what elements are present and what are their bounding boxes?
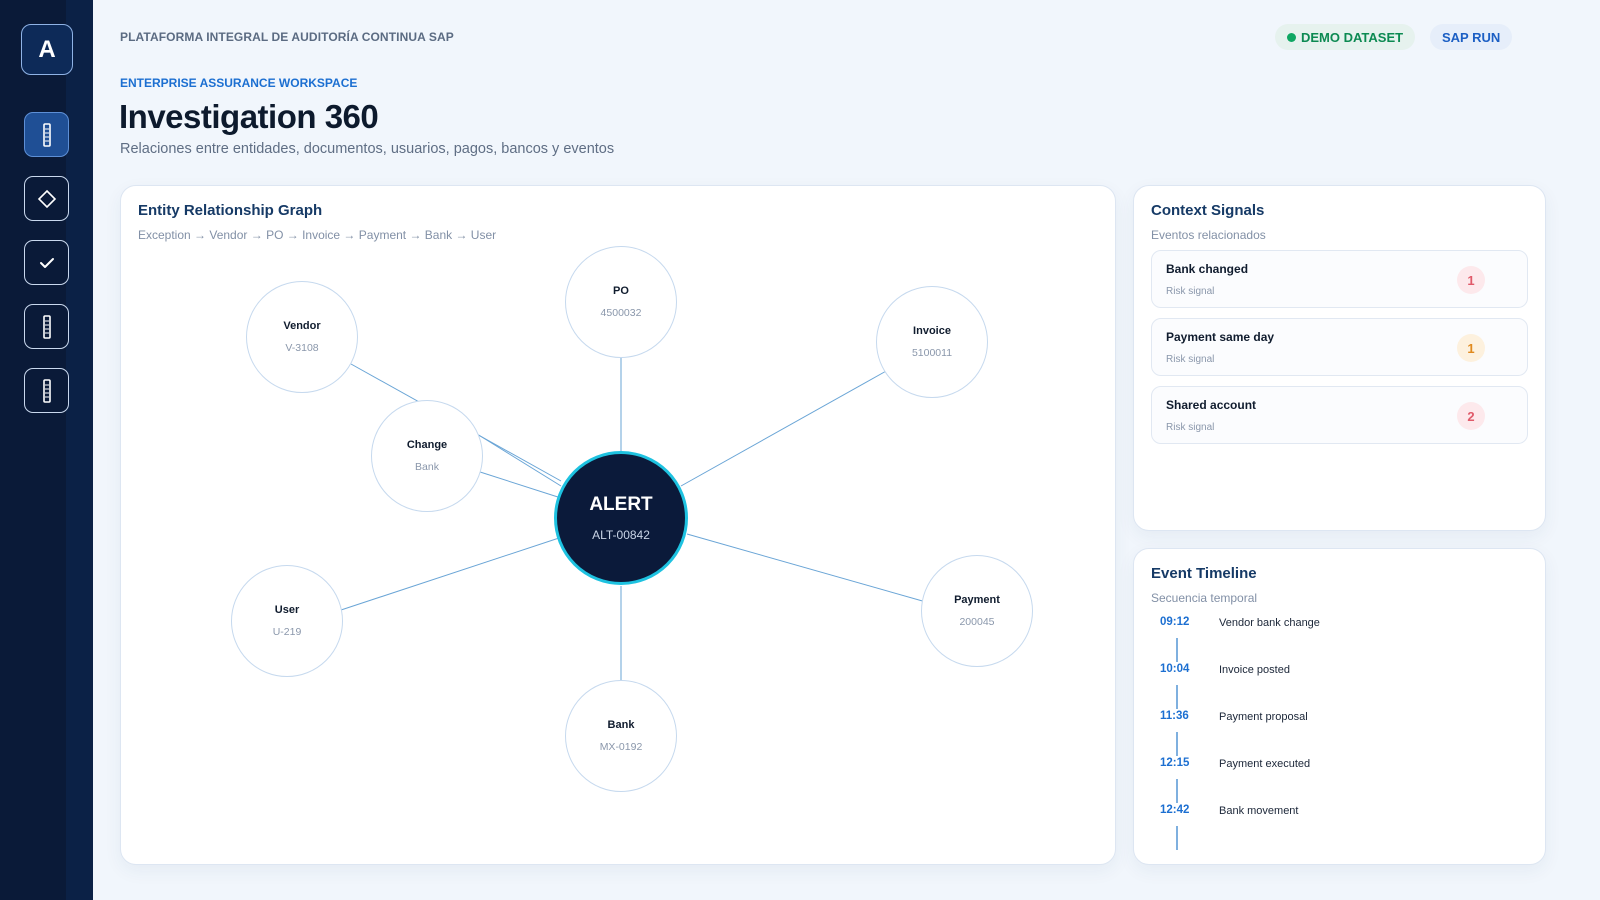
list-icon <box>42 378 51 403</box>
node-label: Bank <box>607 719 635 731</box>
status-dot-icon <box>1287 32 1296 42</box>
check-icon <box>39 257 54 268</box>
workspace-eyebrow: ENTERPRISE ASSURANCE WORKSPACE <box>120 76 358 90</box>
nav-item-graph[interactable] <box>24 176 69 221</box>
alert-label: ALERT <box>589 494 653 515</box>
event-timeline-card: Event Timeline Secuencia temporal 09:12 … <box>1133 548 1546 865</box>
signal-title: Bank changed <box>1166 262 1249 276</box>
signal-type: Risk signal <box>1166 286 1215 297</box>
node-value: 200045 <box>959 616 995 628</box>
timeline-connector <box>1176 779 1178 803</box>
graph-node-change[interactable]: Change Bank <box>371 400 483 512</box>
timeline-connector <box>1176 638 1178 662</box>
event-time: 11:36 <box>1160 710 1189 722</box>
platform-title: PLATAFORMA INTEGRAL DE AUDITORÍA CONTINU… <box>120 30 454 44</box>
sap-run-badge[interactable]: SAP RUN <box>1430 24 1513 50</box>
event-label: Vendor bank change <box>1219 617 1320 629</box>
signal-item[interactable]: Bank changed Risk signal 1 <box>1151 250 1528 308</box>
timeline-event[interactable]: 12:42 Bank movement <box>1134 804 1547 824</box>
event-time: 12:15 <box>1160 757 1190 769</box>
page-subtitle: Relaciones entre entidades, documentos, … <box>120 141 615 157</box>
list-icon <box>42 122 51 147</box>
timeline-event[interactable]: 10:04 Invoice posted <box>1134 663 1547 683</box>
list-icon <box>42 314 51 339</box>
node-label: Invoice <box>913 325 951 337</box>
event-label: Payment executed <box>1219 758 1311 770</box>
entity-graph-card: Entity Relationship Graph Exception → Ve… <box>120 185 1116 865</box>
signal-count-badge: 1 <box>1457 334 1485 362</box>
alert-id: ALT-00842 <box>592 528 650 542</box>
signals-title: Context Signals <box>1151 202 1265 219</box>
nav-item-logs[interactable] <box>24 368 69 413</box>
node-label: User <box>274 604 300 616</box>
timeline-event[interactable]: 11:36 Payment proposal <box>1134 710 1547 730</box>
event-label: Bank movement <box>1219 805 1299 817</box>
event-label: Payment proposal <box>1219 711 1308 723</box>
edge-payment <box>686 533 927 603</box>
demo-dataset-label: DEMO DATASET <box>1301 29 1404 45</box>
signal-title: Shared account <box>1166 398 1257 412</box>
signal-type: Risk signal <box>1166 354 1215 365</box>
node-label: Change <box>406 439 448 451</box>
app-logo[interactable]: A <box>21 24 73 75</box>
timeline-connector <box>1176 685 1178 709</box>
node-value: 5100011 <box>911 347 953 359</box>
event-time: 12:42 <box>1160 804 1190 816</box>
node-value: Bank <box>415 461 439 473</box>
nav-item-investigations[interactable] <box>24 112 69 157</box>
nav-item-tasks[interactable] <box>24 240 69 285</box>
graph-node-user[interactable]: User U-219 <box>231 565 343 677</box>
edge-change-2 <box>476 470 562 499</box>
signal-item[interactable]: Payment same day Risk signal 1 <box>1151 318 1528 376</box>
edge-invoice <box>680 369 889 487</box>
timeline-connector <box>1176 826 1178 850</box>
graph-node-po[interactable]: PO 4500032 <box>565 246 677 358</box>
node-label: Payment <box>954 594 1000 606</box>
signal-item[interactable]: Shared account Risk signal 2 <box>1151 386 1528 444</box>
signal-count-badge: 1 <box>1457 266 1485 294</box>
demo-dataset-badge[interactable]: DEMO DATASET <box>1275 24 1416 50</box>
edge-user <box>340 537 560 611</box>
event-label: Invoice posted <box>1219 664 1290 676</box>
graph-node-vendor[interactable]: Vendor V-3108 <box>246 281 358 393</box>
node-label: PO <box>613 285 629 297</box>
node-label: Vendor <box>283 320 321 332</box>
timeline-event[interactable]: 09:12 Vendor bank change <box>1134 616 1547 636</box>
timeline-subtitle: Secuencia temporal <box>1151 591 1258 605</box>
graph-node-payment[interactable]: Payment 200045 <box>921 555 1033 667</box>
node-value: MX-0192 <box>599 741 643 753</box>
event-time: 10:04 <box>1160 663 1190 675</box>
nav-item-reports[interactable] <box>24 304 69 349</box>
sidebar: A <box>0 0 93 900</box>
signal-type: Risk signal <box>1166 422 1215 433</box>
context-signals-card: Context Signals Eventos relacionados Ban… <box>1133 185 1546 531</box>
node-value: U-219 <box>272 626 302 638</box>
node-value: 4500032 <box>600 307 642 319</box>
graph-node-bank[interactable]: Bank MX-0192 <box>565 680 677 792</box>
timeline-event[interactable]: 12:15 Payment executed <box>1134 757 1547 777</box>
timeline-connector <box>1176 732 1178 756</box>
edge-change-1 <box>476 433 562 487</box>
graph-node-alert[interactable]: ALERT ALT-00842 <box>554 451 688 585</box>
event-time: 09:12 <box>1160 616 1190 628</box>
graph-node-invoice[interactable]: Invoice 5100011 <box>876 286 988 398</box>
signal-count-badge: 2 <box>1457 402 1485 430</box>
page-title: Investigation 360 <box>119 98 379 135</box>
node-value: V-3108 <box>285 342 319 354</box>
timeline-title: Event Timeline <box>1151 565 1257 582</box>
diamond-icon <box>37 189 56 208</box>
signal-title: Payment same day <box>1166 330 1275 344</box>
signals-subtitle: Eventos relacionados <box>1151 228 1266 242</box>
